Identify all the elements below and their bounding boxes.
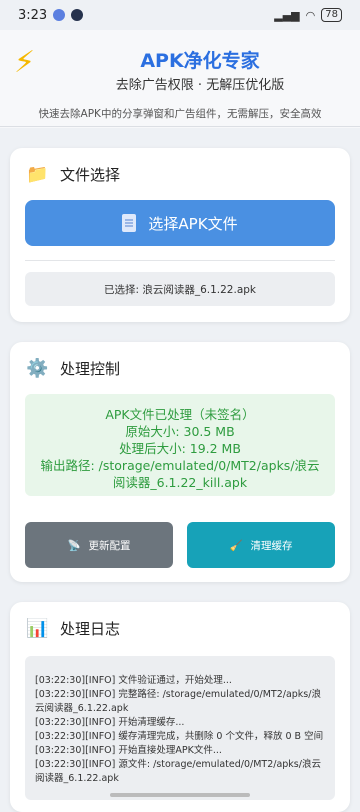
selected-file-text: 已选择: 浪云阅读器_6.1.22.apk — [103, 283, 257, 296]
file-select-header: 📁 文件选择 — [26, 164, 120, 185]
update-config-label: 更新配置 — [88, 539, 131, 552]
result-status: APK文件已处理（未签名） — [105, 407, 255, 422]
app-subtitle: 去除广告权限 · 无解压优化版 — [115, 78, 285, 93]
clear-cache-label: 清理缓存 — [250, 539, 293, 552]
process-control-header: ⚙️ 处理控制 — [26, 358, 120, 379]
clear-cache-button[interactable]: 🧹 清理缓存 — [187, 522, 335, 568]
log-title: 处理日志 — [60, 620, 121, 638]
document-icon — [122, 214, 137, 232]
result-output-path-cont: 阅读器_6.1.22_kill.apk — [112, 475, 248, 490]
select-apk-label: 选择APK文件 — [148, 214, 238, 233]
broom-icon: 🧹 — [229, 539, 243, 552]
satellite-icon: 📡 — [67, 539, 81, 552]
update-config-button[interactable]: 📡 更新配置 — [25, 522, 173, 568]
log-header: 📊 处理日志 — [26, 618, 120, 639]
status-time: 3:23 — [18, 7, 48, 23]
notification-icon-2 — [71, 9, 84, 21]
status-bar: 3:23 ▂▄▆ ◠ 78 — [0, 0, 360, 30]
app-description: 快速去除APK中的分享弹窗和广告组件，无需解压，安全高效 — [38, 108, 322, 120]
bar-chart-icon: 📊 — [26, 618, 49, 639]
file-select-title: 文件选择 — [60, 166, 121, 184]
header-divider — [0, 126, 360, 127]
select-apk-button[interactable]: 选择APK文件 — [25, 200, 335, 246]
folder-icon: 📁 — [26, 164, 49, 185]
result-original-size: 原始大小: 30.5 MB — [125, 424, 235, 439]
app-title: APK净化专家 — [140, 50, 260, 72]
log-line: [03:22:30][INFO] 开始直接处理APK文件... — [35, 745, 222, 756]
process-control-title: 处理控制 — [60, 360, 121, 378]
result-box: APK文件已处理（未签名） 原始大小: 30.5 MB 处理后大小: 19.2 … — [25, 394, 335, 496]
file-select-divider — [25, 260, 335, 261]
signal-icon: ▂▄▆ — [274, 8, 300, 22]
process-control-card: ⚙️ 处理控制 APK文件已处理（未签名） 原始大小: 30.5 MB 处理后大… — [10, 342, 350, 582]
selected-file-box: 已选择: 浪云阅读器_6.1.22.apk — [25, 272, 335, 306]
log-card: 📊 处理日志 [03:22:30][INFO] 文件验证通过，开始处理... [… — [10, 602, 350, 812]
log-line: [03:22:30][INFO] 开始清理缓存... — [35, 717, 185, 728]
result-processed-size: 处理后大小: 19.2 MB — [119, 441, 241, 456]
log-line: [03:22:30][INFO] 文件验证通过，开始处理... — [35, 675, 232, 686]
file-select-card: 📁 文件选择 选择APK文件 已选择: 浪云阅读器_6.1.22.apk — [10, 148, 350, 322]
log-line: [03:22:30][INFO] 源文件: /storage/emulated/… — [35, 759, 321, 784]
notification-icon — [53, 9, 66, 21]
status-right: ▂▄▆ ◠ 78 — [274, 8, 342, 22]
status-left: 3:23 — [18, 7, 84, 23]
log-box[interactable]: [03:22:30][INFO] 文件验证通过，开始处理... [03:22:3… — [25, 656, 335, 800]
wifi-icon: ◠ — [305, 8, 316, 22]
home-indicator[interactable] — [110, 793, 250, 797]
log-line: [03:22:30][INFO] 缓存清理完成，共删除 0 个文件，释放 0 B… — [35, 731, 324, 742]
gear-icon: ⚙️ — [26, 358, 49, 379]
log-line: [03:22:30][INFO] 完整路径: /storage/emulated… — [35, 689, 321, 714]
battery-icon: 78 — [321, 8, 342, 22]
result-output-path: 输出路径: /storage/emulated/0/MT2/apks/浪云 — [40, 458, 320, 473]
